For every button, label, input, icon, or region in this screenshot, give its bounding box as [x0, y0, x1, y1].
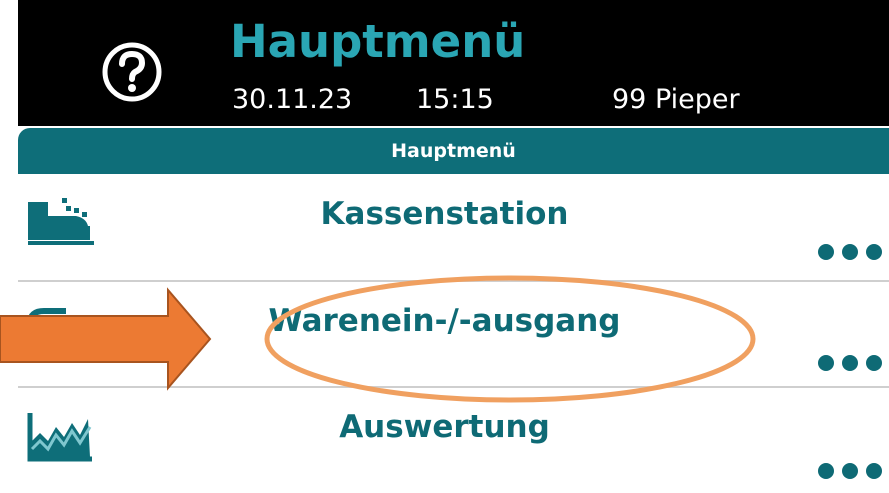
menu-item-kassenstation[interactable]: Kassenstation [0, 176, 889, 280]
divider [18, 280, 889, 282]
menu-item-label: Warenein-/-ausgang [268, 303, 621, 339]
menu-item-label: Auswertung [339, 409, 550, 445]
user-label: 99 Pieper [612, 84, 740, 115]
time-label: 15:15 [416, 84, 494, 115]
menu-item-auswertung[interactable]: Auswertung [0, 389, 889, 493]
help-icon[interactable] [100, 40, 164, 104]
divider [18, 386, 889, 388]
date-label: 30.11.23 [232, 84, 353, 115]
menu-item-warenein-ausgang[interactable]: Warenein-/-ausgang [0, 283, 889, 387]
menu-tab-bar: Hauptmenü [18, 128, 889, 174]
more-options-icon[interactable] [816, 353, 889, 373]
page-title: Hauptmenü [230, 15, 526, 68]
menu-tab-label: Hauptmenü [391, 140, 516, 162]
more-options-icon[interactable] [816, 242, 889, 262]
menu-item-label: Kassenstation [320, 196, 569, 232]
more-options-icon[interactable] [816, 461, 889, 481]
